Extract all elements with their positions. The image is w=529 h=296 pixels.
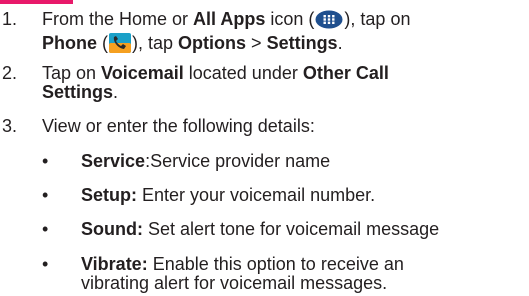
step-number: 2. xyxy=(2,63,18,83)
bullet-text: Setup: Enter your voicemail number. xyxy=(81,186,529,205)
step-3: 3. View or enter the following details: xyxy=(0,117,529,137)
header-accent-strip xyxy=(0,0,73,4)
bullet-term: Setup: xyxy=(81,185,137,205)
settings-term: Settings xyxy=(266,33,338,53)
bullet-item-service: • Service:Service provider name xyxy=(42,152,529,172)
step-text: View or enter the following details: xyxy=(42,116,315,136)
bullet-item-setup: • Setup: Enter your voicemail number. xyxy=(42,186,529,206)
all-apps-icon xyxy=(315,10,343,33)
bullet-item-vibrate: • Vibrate: Enable this option to receive… xyxy=(42,255,529,295)
all-apps-term: All Apps xyxy=(193,9,266,29)
bullet-term: Sound: xyxy=(81,219,143,239)
text-run: . xyxy=(337,33,343,53)
bullet-item-sound: • Sound: Set alert tone for voicemail me… xyxy=(42,220,529,240)
text-run: icon ( xyxy=(265,9,315,29)
bullet-text: Service:Service provider name xyxy=(81,152,529,171)
step-number: 1. xyxy=(2,9,18,29)
bullet-icon: • xyxy=(42,151,49,171)
bullet-text: Sound: Set alert tone for voicemail mess… xyxy=(81,220,529,239)
text-run: ( xyxy=(97,33,109,53)
bullet-desc: Enable this option to receive an xyxy=(147,254,404,274)
text-run: Tap on xyxy=(42,63,102,83)
bullet-line: Vibrate: Enable this option to receive a… xyxy=(81,255,529,274)
options-term: Options xyxy=(178,33,247,53)
voicemail-term: Voicemail xyxy=(101,63,184,83)
bullet-text: Vibrate: Enable this option to receive a… xyxy=(81,255,529,293)
bullet-term: Vibrate: xyxy=(81,254,148,274)
bullet-desc: :Service provider name xyxy=(145,151,331,171)
settings-term: Settings xyxy=(42,82,114,102)
step-text: Tap on Voicemail located under Other Cal… xyxy=(42,64,522,102)
other-call-term: Other Call xyxy=(302,63,389,83)
step-line: Phone ( ), tap Options > Settings. xyxy=(42,33,522,57)
bullet-desc: Set alert tone for voicemail message xyxy=(142,219,440,239)
step-text: From the Home or All Apps icon ( ), tap o… xyxy=(42,10,522,57)
step-2: 2. Tap on Voicemail located under Other … xyxy=(0,64,529,104)
text-run: ), tap xyxy=(132,33,179,53)
step-line: From the Home or All Apps icon ( ), tap o… xyxy=(42,10,522,33)
bullet-icon: • xyxy=(42,254,49,274)
phone-term: Phone xyxy=(42,33,98,53)
bullet-term: Service xyxy=(81,151,146,171)
phone-icon xyxy=(109,33,132,57)
text-run: located under xyxy=(183,63,303,83)
bullet-desc: Enter your voicemail number. xyxy=(137,185,376,205)
text-run: . xyxy=(113,82,119,102)
text-run: > xyxy=(246,33,267,53)
text-run: ), tap on xyxy=(344,9,411,29)
step-line: Tap on Voicemail located under Other Cal… xyxy=(42,64,522,83)
step-1: 1. From the Home or All Apps icon ( ), ta… xyxy=(0,9,529,53)
step-number: 3. xyxy=(2,116,18,136)
bullet-icon: • xyxy=(42,219,49,239)
step-line: Settings. xyxy=(42,83,522,102)
text-run: From the Home or xyxy=(42,9,194,29)
bullet-line: vibrating alert for voicemail messages. xyxy=(81,273,388,293)
bullet-icon: • xyxy=(42,185,49,205)
